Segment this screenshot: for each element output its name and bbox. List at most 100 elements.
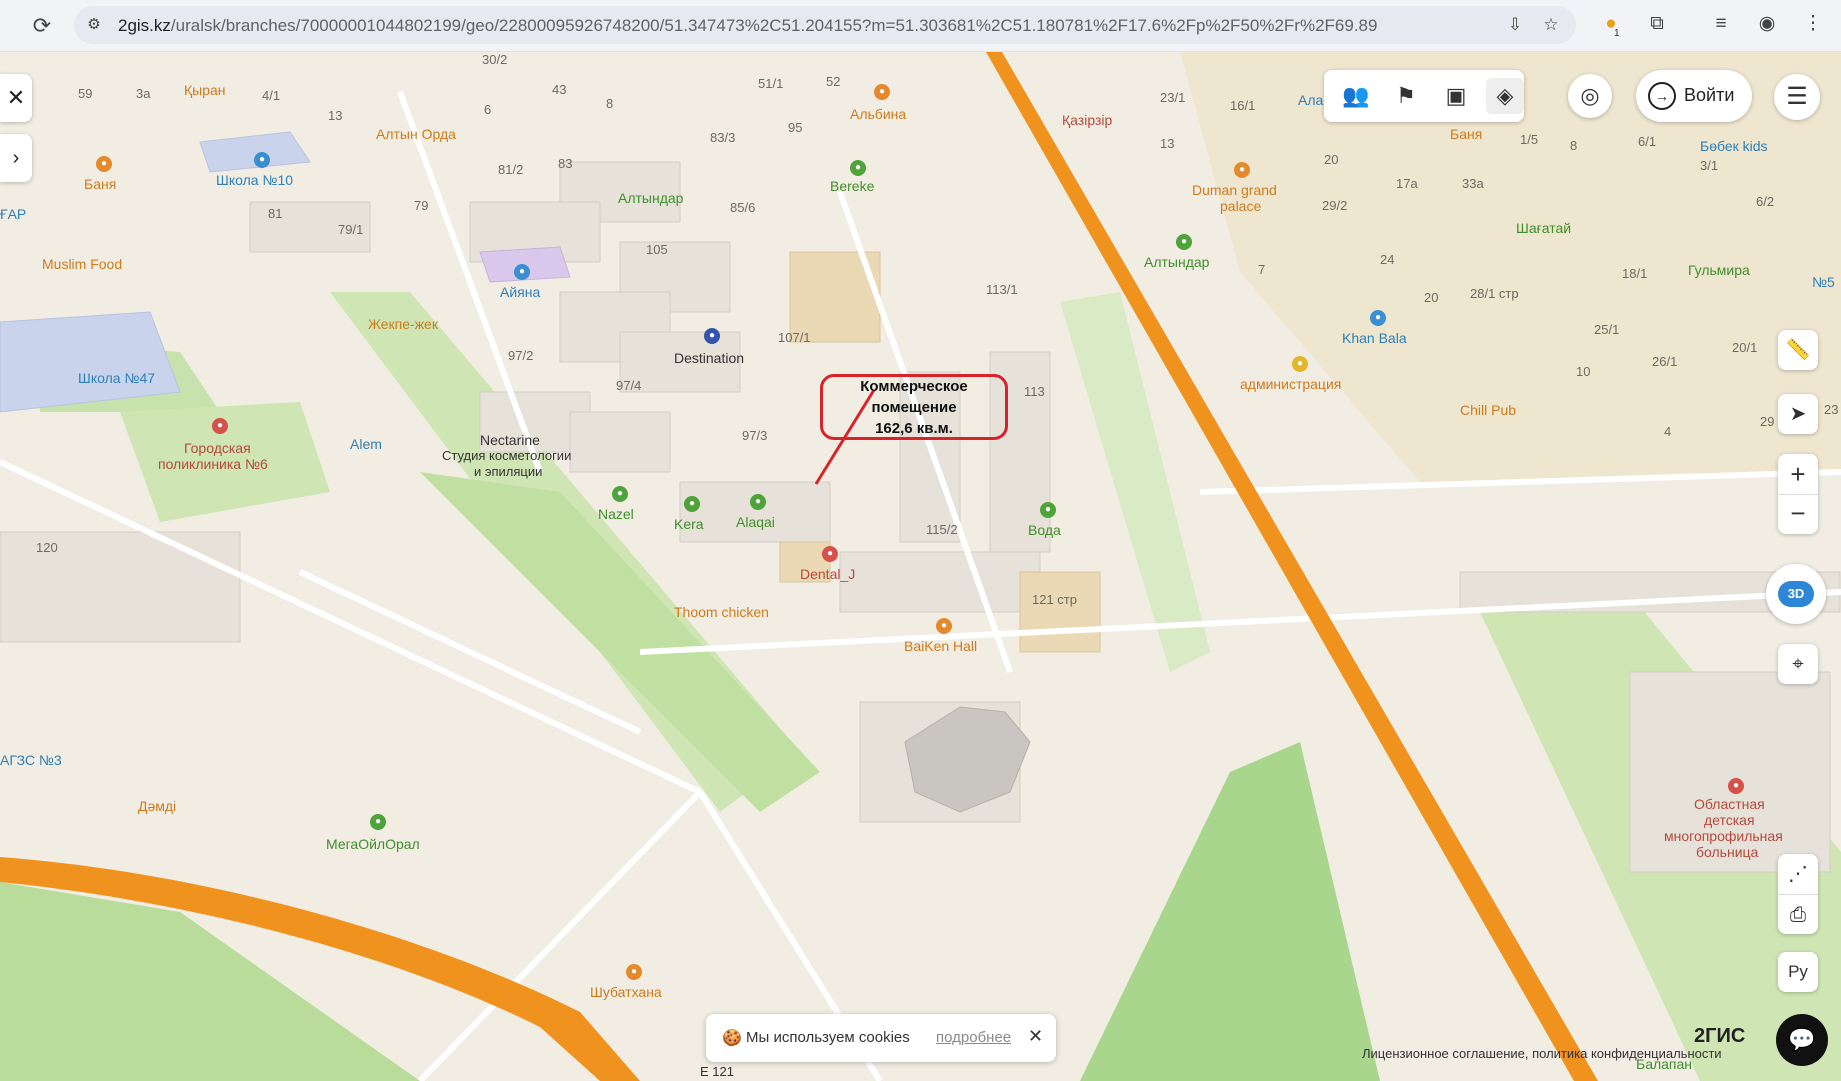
map-label[interactable]: Destination [674, 350, 744, 366]
poi-marker-icon[interactable]: ● [822, 546, 838, 562]
map-label[interactable]: Қыран [184, 82, 226, 98]
map-label[interactable]: Ала [1298, 92, 1323, 108]
poi-marker-icon[interactable]: ● [1728, 778, 1744, 794]
map-label[interactable]: Областная [1694, 796, 1765, 812]
map-label[interactable]: Алтындар [1144, 254, 1209, 270]
map-label[interactable]: №5 [1812, 274, 1835, 290]
map-label[interactable]: и эпиляции [474, 464, 542, 480]
map-label[interactable]: Kera [674, 516, 704, 532]
directions-icon[interactable]: ⚑ [1388, 78, 1424, 114]
map-label[interactable]: Chill Pub [1460, 402, 1516, 418]
map-canvas[interactable]: Қыран Алтын Орда Альбина Қазірзір Баня Ш… [0, 52, 1841, 1081]
url-text[interactable]: 2gis.kz/uralsk/branches/7000000104480219… [118, 16, 1377, 36]
ruler-icon[interactable]: 📏 [1778, 330, 1818, 370]
close-panel-button[interactable]: ✕ [0, 74, 32, 122]
poi-marker-icon[interactable]: ● [1234, 162, 1250, 178]
layers-icon[interactable]: ◈ [1486, 78, 1524, 114]
map-label[interactable]: Школа №47 [78, 370, 155, 386]
poi-marker-icon[interactable]: ● [254, 152, 270, 168]
extension-badge-icon[interactable]: ● 1 [1598, 11, 1624, 39]
more-icon[interactable]: ⋮ [1800, 11, 1826, 37]
poi-marker-icon[interactable]: ● [936, 618, 952, 634]
friends-icon[interactable]: 👥 [1338, 78, 1374, 114]
map-label[interactable]: Бөбек kids [1700, 138, 1768, 154]
zoom-out-icon[interactable]: − [1778, 494, 1818, 535]
install-app-icon[interactable]: ⇩ [1504, 14, 1526, 36]
map-label[interactable]: Вода [1028, 522, 1061, 538]
map-label[interactable]: Баня [84, 176, 116, 192]
menu-icon[interactable]: ☰ [1774, 74, 1820, 120]
poi-marker-icon[interactable]: ● [1370, 310, 1386, 326]
expand-panel-button[interactable]: › [0, 134, 32, 182]
star-icon[interactable]: ☆ [1540, 14, 1562, 36]
map-label[interactable]: Алтын Орда [376, 126, 456, 142]
poi-marker-icon[interactable]: ● [370, 814, 386, 830]
map-label[interactable]: BaiKen Hall [904, 638, 977, 654]
map-label[interactable]: администрация [1240, 376, 1341, 392]
map-label[interactable]: Dental_J [800, 566, 855, 582]
map-label[interactable]: Duman grand [1192, 182, 1277, 198]
map-label[interactable]: Alaqai [736, 514, 775, 530]
profile-icon[interactable]: ◉ [1754, 11, 1780, 37]
map-label[interactable]: Қазірзір [1062, 112, 1112, 128]
poi-marker-icon[interactable]: ● [684, 496, 700, 512]
address-bar[interactable]: ⚙ 2gis.kz/uralsk/branches/70000001044802… [74, 6, 1576, 44]
map-label[interactable]: palace [1220, 198, 1261, 214]
site-info-icon[interactable]: ⚙ [84, 15, 104, 35]
map-label[interactable]: поликлиника №6 [158, 456, 268, 472]
map-label[interactable]: Дәмді [138, 798, 176, 814]
map-label[interactable]: ҒАР [0, 206, 26, 222]
poi-marker-icon[interactable]: ● [612, 486, 628, 502]
poi-marker-icon[interactable]: ● [850, 160, 866, 176]
map-label[interactable]: Muslim Food [42, 256, 122, 272]
puzzle-icon[interactable]: ⧉ [1644, 11, 1670, 37]
map-label[interactable]: Жекпе-жек [368, 316, 438, 332]
poi-marker-icon[interactable]: ● [704, 328, 720, 344]
map-label[interactable]: Шубатхана [590, 984, 662, 1000]
map-label[interactable]: Баня [1450, 126, 1482, 142]
close-icon[interactable]: ✕ [1028, 1026, 1043, 1047]
circle-icon[interactable]: ◎ [1568, 74, 1612, 118]
map-pin-icon[interactable]: ⌖ [1778, 644, 1818, 684]
reload-icon[interactable]: ⟳ [28, 12, 56, 40]
map-label[interactable]: АГЗС №3 [0, 752, 62, 768]
map-label[interactable]: Thoom chicken [674, 604, 769, 620]
language-button[interactable]: Ру [1778, 952, 1818, 992]
map-label[interactable]: Альбина [850, 106, 906, 122]
poi-marker-icon[interactable]: ● [514, 264, 530, 280]
poi-marker-icon[interactable]: ● [1040, 502, 1056, 518]
print-icon[interactable]: ⎙ [1778, 894, 1818, 935]
map-label[interactable]: Nazel [598, 506, 634, 522]
poi-marker-icon[interactable]: ● [626, 964, 642, 980]
locate-icon[interactable]: ➤ [1778, 394, 1818, 434]
login-button[interactable]: → Войти [1636, 70, 1752, 122]
map-label[interactable]: Студия косметологии [442, 448, 571, 464]
photo-icon[interactable]: ▣ [1438, 78, 1474, 114]
poi-marker-icon[interactable]: ● [874, 84, 890, 100]
license-link[interactable]: Лицензионное соглашение, политика конфид… [1362, 1046, 1722, 1061]
map-label[interactable]: Шағатай [1516, 220, 1571, 236]
map-label[interactable]: детская [1704, 812, 1755, 828]
map-label[interactable]: Айяна [500, 284, 540, 300]
map-label[interactable]: Khan Bala [1342, 330, 1407, 346]
poi-marker-icon[interactable]: ● [96, 156, 112, 172]
poi-marker-icon[interactable]: ● [212, 418, 228, 434]
poi-marker-icon[interactable]: ● [1292, 356, 1308, 372]
poi-marker-icon[interactable]: ● [1176, 234, 1192, 250]
map-label[interactable]: многопрофильная [1664, 828, 1783, 844]
map-label[interactable]: Школа №10 [216, 172, 293, 188]
share-icon[interactable]: ⋰ [1778, 854, 1818, 894]
map-label[interactable]: МегаОйлОрал [326, 836, 420, 852]
cookie-more-link[interactable]: подробнее [936, 1029, 1011, 1046]
chat-icon[interactable]: 💬 [1776, 1014, 1828, 1066]
map-label[interactable]: Alem [350, 436, 382, 452]
map-label[interactable]: Городская [184, 440, 251, 456]
poi-marker-icon[interactable]: ● [750, 494, 766, 510]
map-label[interactable]: Гульмира [1688, 262, 1750, 278]
map-label[interactable]: Bereke [830, 178, 874, 194]
zoom-in-icon[interactable]: + [1778, 454, 1818, 494]
compass-3d-icon[interactable]: 3D [1766, 564, 1826, 624]
media-icon[interactable]: ≡ [1708, 11, 1734, 37]
map-label[interactable]: Nectarine [480, 432, 540, 448]
map-label[interactable]: Алтындар [618, 190, 683, 206]
